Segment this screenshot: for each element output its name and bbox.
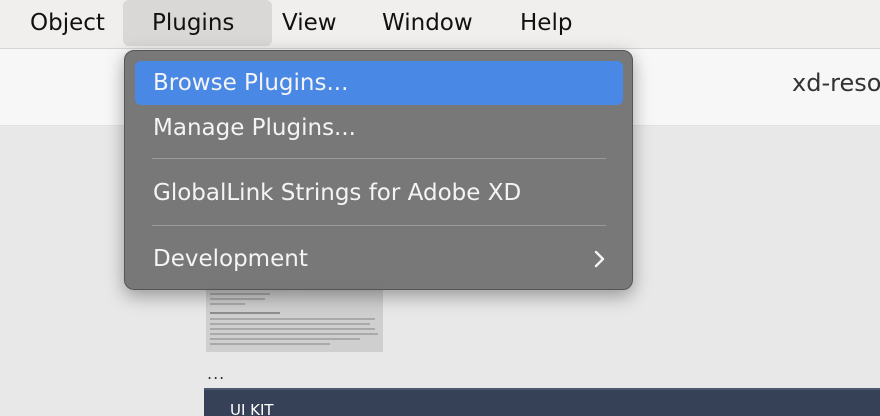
thumbnail-text-line — [210, 333, 378, 335]
menu-item-label: Manage Plugins... — [153, 115, 356, 141]
menu-help[interactable]: Help — [520, 0, 572, 46]
menu-item-manage-plugins[interactable]: Manage Plugins... — [135, 106, 623, 150]
menu-window[interactable]: Window — [382, 0, 473, 46]
thumbnail-heading-line — [210, 312, 280, 314]
menu-view[interactable]: View — [282, 0, 337, 46]
thumbnail-text-line — [210, 303, 245, 305]
menu-item-label: Development — [153, 246, 308, 272]
menu-plugins[interactable]: Plugins — [123, 0, 272, 46]
artboard-thumbnail[interactable] — [206, 282, 383, 352]
menu-item-development[interactable]: Development — [135, 237, 623, 281]
menu-separator — [152, 225, 606, 226]
thumbnail-text-line — [210, 318, 375, 320]
plugins-menu: Browse Plugins... Manage Plugins... Glob… — [124, 50, 633, 290]
more-indicator[interactable]: ... — [207, 364, 225, 383]
menu-item-browse-plugins[interactable]: Browse Plugins... — [135, 61, 623, 105]
thumbnail-text-line — [210, 328, 375, 330]
thumbnail-text-line — [210, 298, 265, 300]
document-title: xd-reso — [792, 69, 880, 97]
uikit-artboard-label: UI KIT — [230, 401, 274, 416]
menu-separator — [152, 158, 606, 159]
chevron-right-icon — [594, 250, 605, 268]
uikit-artboard[interactable]: UI KIT — [204, 388, 880, 416]
menu-item-globallink-strings[interactable]: GlobalLink Strings for Adobe XD — [135, 171, 623, 215]
menu-item-label: GlobalLink Strings for Adobe XD — [153, 180, 522, 206]
menu-bar: Object Plugins View Window Help — [0, 0, 880, 49]
thumbnail-text-line — [210, 343, 330, 345]
menu-item-label: Browse Plugins... — [153, 70, 349, 96]
menu-object[interactable]: Object — [30, 0, 105, 46]
thumbnail-text-line — [210, 338, 360, 340]
thumbnail-text-line — [210, 323, 370, 325]
thumbnail-text-line — [210, 293, 270, 295]
